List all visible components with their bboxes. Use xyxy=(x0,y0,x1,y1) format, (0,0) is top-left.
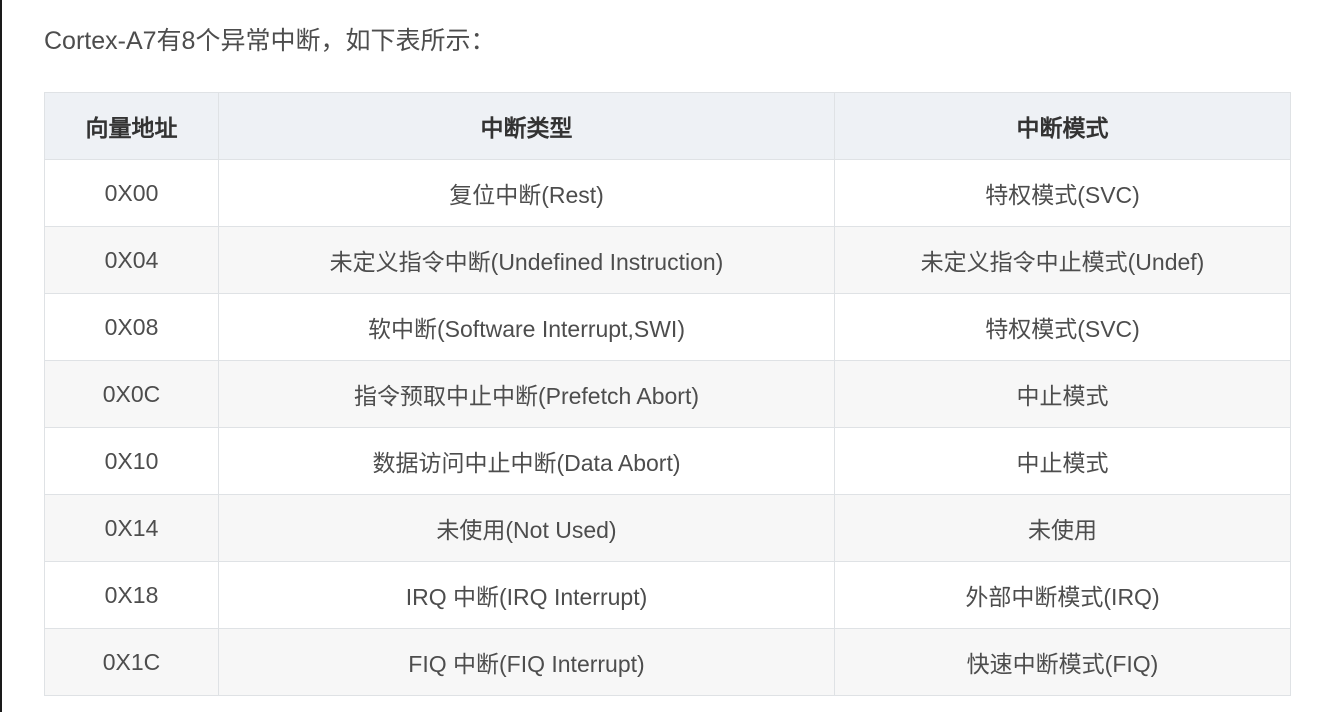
cell-vector-address: 0X0C xyxy=(44,360,219,428)
cell-vector-address: 0X14 xyxy=(44,494,219,562)
table-row: 0X14 未使用(Not Used) 未使用 xyxy=(44,494,1291,562)
header-interrupt-mode: 中断模式 xyxy=(834,92,1291,160)
table-row: 0X04 未定义指令中断(Undefined Instruction) 未定义指… xyxy=(44,226,1291,294)
table-row: 0X18 IRQ 中断(IRQ Interrupt) 外部中断模式(IRQ) xyxy=(44,561,1291,629)
left-border-line xyxy=(0,0,2,712)
cell-interrupt-type: 复位中断(Rest) xyxy=(218,159,835,227)
cell-interrupt-type: FIQ 中断(FIQ Interrupt) xyxy=(218,628,835,696)
cell-interrupt-type: IRQ 中断(IRQ Interrupt) xyxy=(218,561,835,629)
cell-vector-address: 0X10 xyxy=(44,427,219,495)
cell-interrupt-type: 指令预取中止中断(Prefetch Abort) xyxy=(218,360,835,428)
table-row: 0X10 数据访问中止中断(Data Abort) 中止模式 xyxy=(44,427,1291,495)
cell-vector-address: 0X1C xyxy=(44,628,219,696)
cell-interrupt-mode: 特权模式(SVC) xyxy=(834,159,1291,227)
table-body: 0X00 复位中断(Rest) 特权模式(SVC) 0X04 未定义指令中断(U… xyxy=(44,159,1291,696)
header-row: 向量地址 中断类型 中断模式 xyxy=(44,92,1291,160)
table-row: 0X1C FIQ 中断(FIQ Interrupt) 快速中断模式(FIQ) xyxy=(44,628,1291,696)
cell-vector-address: 0X00 xyxy=(44,159,219,227)
table-header: 向量地址 中断类型 中断模式 xyxy=(44,92,1291,160)
cell-interrupt-type: 数据访问中止中断(Data Abort) xyxy=(218,427,835,495)
cell-interrupt-type: 未使用(Not Used) xyxy=(218,494,835,562)
cell-interrupt-mode: 中止模式 xyxy=(834,427,1291,495)
cell-vector-address: 0X08 xyxy=(44,293,219,361)
cell-interrupt-type: 未定义指令中断(Undefined Instruction) xyxy=(218,226,835,294)
cell-interrupt-type: 软中断(Software Interrupt,SWI) xyxy=(218,293,835,361)
cell-interrupt-mode: 特权模式(SVC) xyxy=(834,293,1291,361)
header-vector-address: 向量地址 xyxy=(44,92,219,160)
cell-vector-address: 0X18 xyxy=(44,561,219,629)
cell-interrupt-mode: 未使用 xyxy=(834,494,1291,562)
cell-interrupt-mode: 外部中断模式(IRQ) xyxy=(834,561,1291,629)
cell-vector-address: 0X04 xyxy=(44,226,219,294)
table-row: 0X0C 指令预取中止中断(Prefetch Abort) 中止模式 xyxy=(44,360,1291,428)
cell-interrupt-mode: 中止模式 xyxy=(834,360,1291,428)
table-row: 0X08 软中断(Software Interrupt,SWI) 特权模式(SV… xyxy=(44,293,1291,361)
cell-interrupt-mode: 未定义指令中止模式(Undef) xyxy=(834,226,1291,294)
cell-interrupt-mode: 快速中断模式(FIQ) xyxy=(834,628,1291,696)
header-interrupt-type: 中断类型 xyxy=(218,92,835,160)
intro-paragraph: Cortex-A7有8个异常中断，如下表所示： xyxy=(44,27,496,55)
table-row: 0X00 复位中断(Rest) 特权模式(SVC) xyxy=(44,159,1291,227)
exception-vector-table: 向量地址 中断类型 中断模式 0X00 复位中断(Rest) 特权模式(SVC)… xyxy=(44,92,1291,696)
